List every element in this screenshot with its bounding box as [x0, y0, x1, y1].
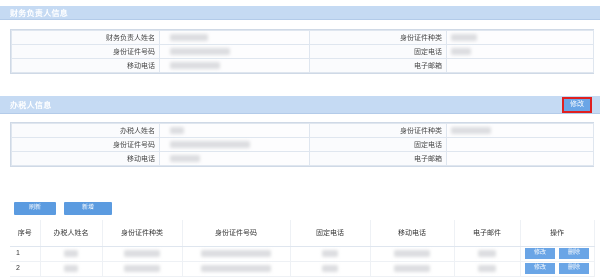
finance-name-value [159, 30, 310, 45]
finance-id-number-label: 身份证件号码 [11, 44, 160, 59]
tax-info-table: 办税人姓名 身份证件种类 身份证件号码 固定电话 移动电话 电子邮箱 [11, 123, 594, 166]
table-row: 2 修改 删除 [10, 261, 595, 277]
tax-mobile-value [159, 151, 310, 166]
list-header-row: 序号 办税人姓名 身份证件种类 身份证件号码 固定电话 移动电话 电子邮件 操作 [10, 220, 595, 247]
col-seq: 序号 [10, 220, 41, 247]
tax-id-number-label: 身份证件号码 [11, 137, 160, 152]
finance-id-type-label: 身份证件种类 [309, 30, 447, 45]
tax-person-list: 序号 办税人姓名 身份证件种类 身份证件号码 固定电话 移动电话 电子邮件 操作… [10, 220, 595, 277]
tax-section-header: 办税人信息 修改 [0, 96, 600, 114]
tax-id-number-value [159, 137, 310, 152]
tax-email-value [446, 151, 594, 166]
row-edit-button[interactable]: 修改 [525, 248, 555, 259]
row-email [454, 246, 521, 262]
finance-info-table: 财务负责人姓名 身份证件种类 身份证件号码 固定电话 移动电话 电子邮箱 [11, 30, 594, 73]
finance-id-number-value [159, 44, 310, 59]
edit-tax-info-button[interactable]: 修改 [562, 97, 592, 113]
col-id-type: 身份证件种类 [102, 220, 183, 247]
refresh-button[interactable]: 刷新 [14, 202, 56, 215]
finance-name-label: 财务负责人姓名 [11, 30, 160, 45]
tax-name-label: 办税人姓名 [11, 123, 160, 138]
tax-name-value [159, 123, 310, 138]
row-actions: 修改 删除 [520, 261, 595, 277]
tax-email-label: 电子邮箱 [309, 151, 447, 166]
row-email [454, 261, 521, 277]
row-delete-button[interactable]: 删除 [559, 263, 589, 274]
row-seq: 2 [10, 261, 41, 277]
row-actions: 修改 删除 [520, 246, 595, 262]
col-id-number: 身份证件号码 [182, 220, 291, 247]
row-phone [290, 246, 371, 262]
col-name: 办税人姓名 [40, 220, 103, 247]
col-mobile: 移动电话 [370, 220, 455, 247]
finance-section-header: 财务负责人信息 [0, 6, 600, 20]
tax-mobile-label: 移动电话 [11, 151, 160, 166]
finance-phone-label: 固定电话 [309, 44, 447, 59]
row-id-number [182, 246, 291, 262]
finance-mobile-label: 移动电话 [11, 58, 160, 73]
row-mobile [370, 261, 455, 277]
finance-info-box: 财务负责人姓名 身份证件种类 身份证件号码 固定电话 移动电话 电子邮箱 [10, 29, 594, 74]
finance-email-value [446, 58, 594, 73]
tax-phone-value [446, 137, 594, 152]
table-row: 1 修改 删除 [10, 246, 595, 262]
tax-id-type-value [446, 123, 594, 138]
row-name [40, 246, 103, 262]
tax-info-box: 办税人姓名 身份证件种类 身份证件号码 固定电话 移动电话 电子邮箱 [10, 122, 594, 167]
finance-email-label: 电子邮箱 [309, 58, 447, 73]
col-email: 电子邮件 [454, 220, 521, 247]
row-mobile [370, 246, 455, 262]
col-actions: 操作 [520, 220, 595, 247]
tax-id-type-label: 身份证件种类 [309, 123, 447, 138]
tax-phone-label: 固定电话 [309, 137, 447, 152]
row-seq: 1 [10, 246, 41, 262]
row-edit-button[interactable]: 修改 [525, 263, 555, 274]
finance-section-title: 财务负责人信息 [10, 9, 69, 18]
finance-id-type-value [446, 30, 594, 45]
row-phone [290, 261, 371, 277]
row-id-number [182, 261, 291, 277]
row-name [40, 261, 103, 277]
tax-section-title: 办税人信息 [10, 101, 52, 110]
add-button[interactable]: 新增 [64, 202, 112, 215]
finance-phone-value [446, 44, 594, 59]
col-phone: 固定电话 [290, 220, 371, 247]
row-id-type [102, 261, 183, 277]
finance-mobile-value [159, 58, 310, 73]
row-id-type [102, 246, 183, 262]
row-delete-button[interactable]: 删除 [559, 248, 589, 259]
